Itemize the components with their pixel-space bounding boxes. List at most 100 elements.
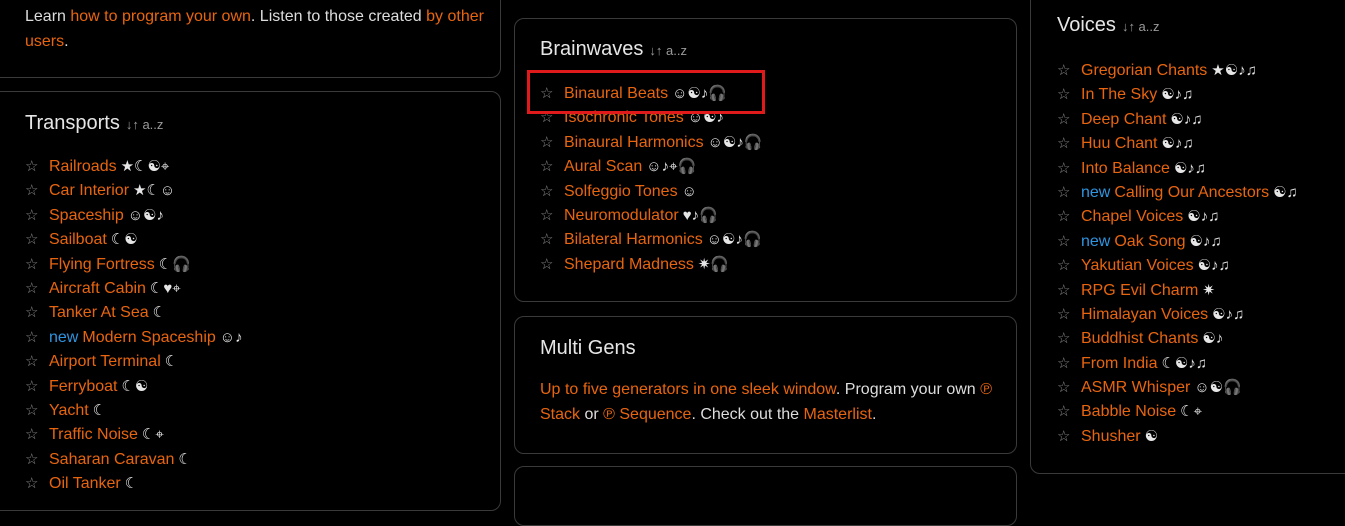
masterlist-link[interactable]: Masterlist xyxy=(804,406,872,423)
voices-list: ☆ Gregorian Chants ★☯♪♫ ☆ In The Sky ☯♪♫ ☆ Deep… xyxy=(1057,59,1298,449)
star-icon[interactable]: ☆ xyxy=(540,253,564,277)
star-icon[interactable]: ☆ xyxy=(25,228,49,252)
star-icon[interactable]: ☆ xyxy=(1057,425,1081,449)
star-icon[interactable]: ☆ xyxy=(540,82,564,106)
star-icon[interactable]: ☆ xyxy=(25,326,49,350)
sequence-link[interactable]: ℗ Sequence xyxy=(603,406,691,423)
star-icon[interactable]: ☆ xyxy=(1057,303,1081,327)
feature-icons: ☺ xyxy=(681,182,697,200)
star-icon[interactable]: ☆ xyxy=(25,204,49,228)
star-icon[interactable]: ☆ xyxy=(25,253,49,277)
star-icon[interactable]: ☆ xyxy=(25,448,49,472)
item-link[interactable]: Sailboat xyxy=(49,231,107,248)
star-icon[interactable]: ☆ xyxy=(25,277,49,301)
item-link[interactable]: Ferryboat xyxy=(49,378,117,395)
item-link[interactable]: Into Balance xyxy=(1081,160,1170,177)
item-link[interactable]: In The Sky xyxy=(1081,86,1157,103)
star-icon[interactable]: ☆ xyxy=(1057,83,1081,107)
item-link[interactable]: From India xyxy=(1081,355,1157,372)
star-icon[interactable]: ☆ xyxy=(1057,376,1081,400)
item-link[interactable]: Bilateral Harmonics xyxy=(564,231,703,248)
star-icon[interactable]: ☆ xyxy=(1057,59,1081,83)
item-link[interactable]: Spaceship xyxy=(49,207,124,224)
list-item: ☆ Flying Fortress ☾🎧 xyxy=(25,253,243,277)
item-link[interactable]: Himalayan Voices xyxy=(1081,306,1208,323)
item-link[interactable]: Binaural Beats xyxy=(564,85,668,102)
item-link[interactable]: Yakutian Voices xyxy=(1081,257,1194,274)
program-your-own-link[interactable]: how to program your own xyxy=(70,8,251,25)
feature-icons: ★☾☺ xyxy=(133,182,176,200)
item-link[interactable]: Isochronic Tones xyxy=(564,109,684,126)
item-link[interactable]: Airport Terminal xyxy=(49,353,161,370)
feature-icons: ☾⌖ xyxy=(141,426,164,444)
item-link[interactable]: ASMR Whisper xyxy=(1081,379,1190,396)
star-icon[interactable]: ☆ xyxy=(25,375,49,399)
list-item: ☆ Deep Chant ☯♪♫ xyxy=(1057,108,1298,132)
list-item: ☆ In The Sky ☯♪♫ xyxy=(1057,83,1298,107)
item-link[interactable]: Neuromodulator xyxy=(564,207,679,224)
sort-toggle[interactable]: ↓↑ a..z xyxy=(126,117,164,132)
star-icon[interactable]: ☆ xyxy=(540,228,564,252)
star-icon[interactable]: ☆ xyxy=(1057,205,1081,229)
list-item: ☆ Gregorian Chants ★☯♪♫ xyxy=(1057,59,1298,83)
star-icon[interactable]: ☆ xyxy=(540,180,564,204)
star-icon[interactable]: ☆ xyxy=(25,301,49,325)
star-icon[interactable]: ☆ xyxy=(25,399,49,423)
item-link[interactable]: Aircraft Cabin xyxy=(49,280,146,297)
item-link[interactable]: Deep Chant xyxy=(1081,111,1166,128)
item-link[interactable]: Shusher xyxy=(1081,428,1141,445)
star-icon[interactable]: ☆ xyxy=(1057,230,1081,254)
star-icon[interactable]: ☆ xyxy=(540,204,564,228)
star-icon[interactable]: ☆ xyxy=(1057,108,1081,132)
item-link[interactable]: Chapel Voices xyxy=(1081,208,1183,225)
item-link[interactable]: Tanker At Sea xyxy=(49,304,149,321)
item-link[interactable]: Saharan Caravan xyxy=(49,451,174,468)
item-link[interactable]: Gregorian Chants xyxy=(1081,62,1207,79)
star-icon[interactable]: ☆ xyxy=(25,155,49,179)
star-icon[interactable]: ☆ xyxy=(540,131,564,155)
item-link[interactable]: Railroads xyxy=(49,158,117,175)
star-icon[interactable]: ☆ xyxy=(1057,352,1081,376)
item-link[interactable]: Oil Tanker xyxy=(49,475,121,492)
sort-toggle[interactable]: ↓↑ a..z xyxy=(649,43,687,58)
item-link[interactable]: Binaural Harmonics xyxy=(564,134,704,151)
new-badge: new xyxy=(1081,232,1111,250)
item-link[interactable]: Solfeggio Tones xyxy=(564,183,678,200)
feature-icons: ☯♫ xyxy=(1273,183,1298,201)
item-link[interactable]: Shepard Madness xyxy=(564,256,694,273)
item-link[interactable]: Buddhist Chants xyxy=(1081,330,1198,347)
item-link[interactable]: Huu Chant xyxy=(1081,135,1158,152)
feature-icons: ☯♪♫ xyxy=(1170,110,1203,128)
item-link[interactable]: Traffic Noise xyxy=(49,426,138,443)
star-icon[interactable]: ☆ xyxy=(1057,400,1081,424)
generators-link[interactable]: Up to five generators in one sleek windo… xyxy=(540,381,836,398)
list-item: ☆ Bilateral Harmonics ☺☯♪🎧 xyxy=(540,228,763,252)
item-link[interactable]: RPG Evil Charm xyxy=(1081,282,1198,299)
star-icon[interactable]: ☆ xyxy=(25,472,49,496)
section-title: Transports ↓↑ a..z xyxy=(25,112,164,134)
list-item: ☆ Shepard Madness ✷🎧 xyxy=(540,253,763,277)
item-link[interactable]: Babble Noise xyxy=(1081,403,1176,420)
item-link[interactable]: Yacht xyxy=(49,402,89,419)
sort-toggle[interactable]: ↓↑ a..z xyxy=(1122,19,1160,34)
list-item: ☆ Huu Chant ☯♪♫ xyxy=(1057,132,1298,156)
star-icon[interactable]: ☆ xyxy=(1057,132,1081,156)
star-icon[interactable]: ☆ xyxy=(25,350,49,374)
star-icon[interactable]: ☆ xyxy=(540,155,564,179)
star-icon[interactable]: ☆ xyxy=(1057,279,1081,303)
item-link[interactable]: Car Interior xyxy=(49,182,129,199)
star-icon[interactable]: ☆ xyxy=(25,423,49,447)
star-icon[interactable]: ☆ xyxy=(1057,181,1081,205)
star-icon[interactable]: ☆ xyxy=(1057,157,1081,181)
item-link[interactable]: Aural Scan xyxy=(564,158,642,175)
list-item: ☆ Spaceship ☺☯♪ xyxy=(25,204,243,228)
star-icon[interactable]: ☆ xyxy=(25,179,49,203)
star-icon[interactable]: ☆ xyxy=(1057,254,1081,278)
item-link[interactable]: Calling Our Ancestors xyxy=(1114,184,1269,201)
star-icon[interactable]: ☆ xyxy=(1057,327,1081,351)
item-link[interactable]: Flying Fortress xyxy=(49,256,155,273)
item-link[interactable]: Modern Spaceship xyxy=(82,329,215,346)
star-icon[interactable]: ☆ xyxy=(540,106,564,130)
item-link[interactable]: Oak Song xyxy=(1114,233,1185,250)
feature-icons: ☺☯♪ xyxy=(687,109,725,127)
